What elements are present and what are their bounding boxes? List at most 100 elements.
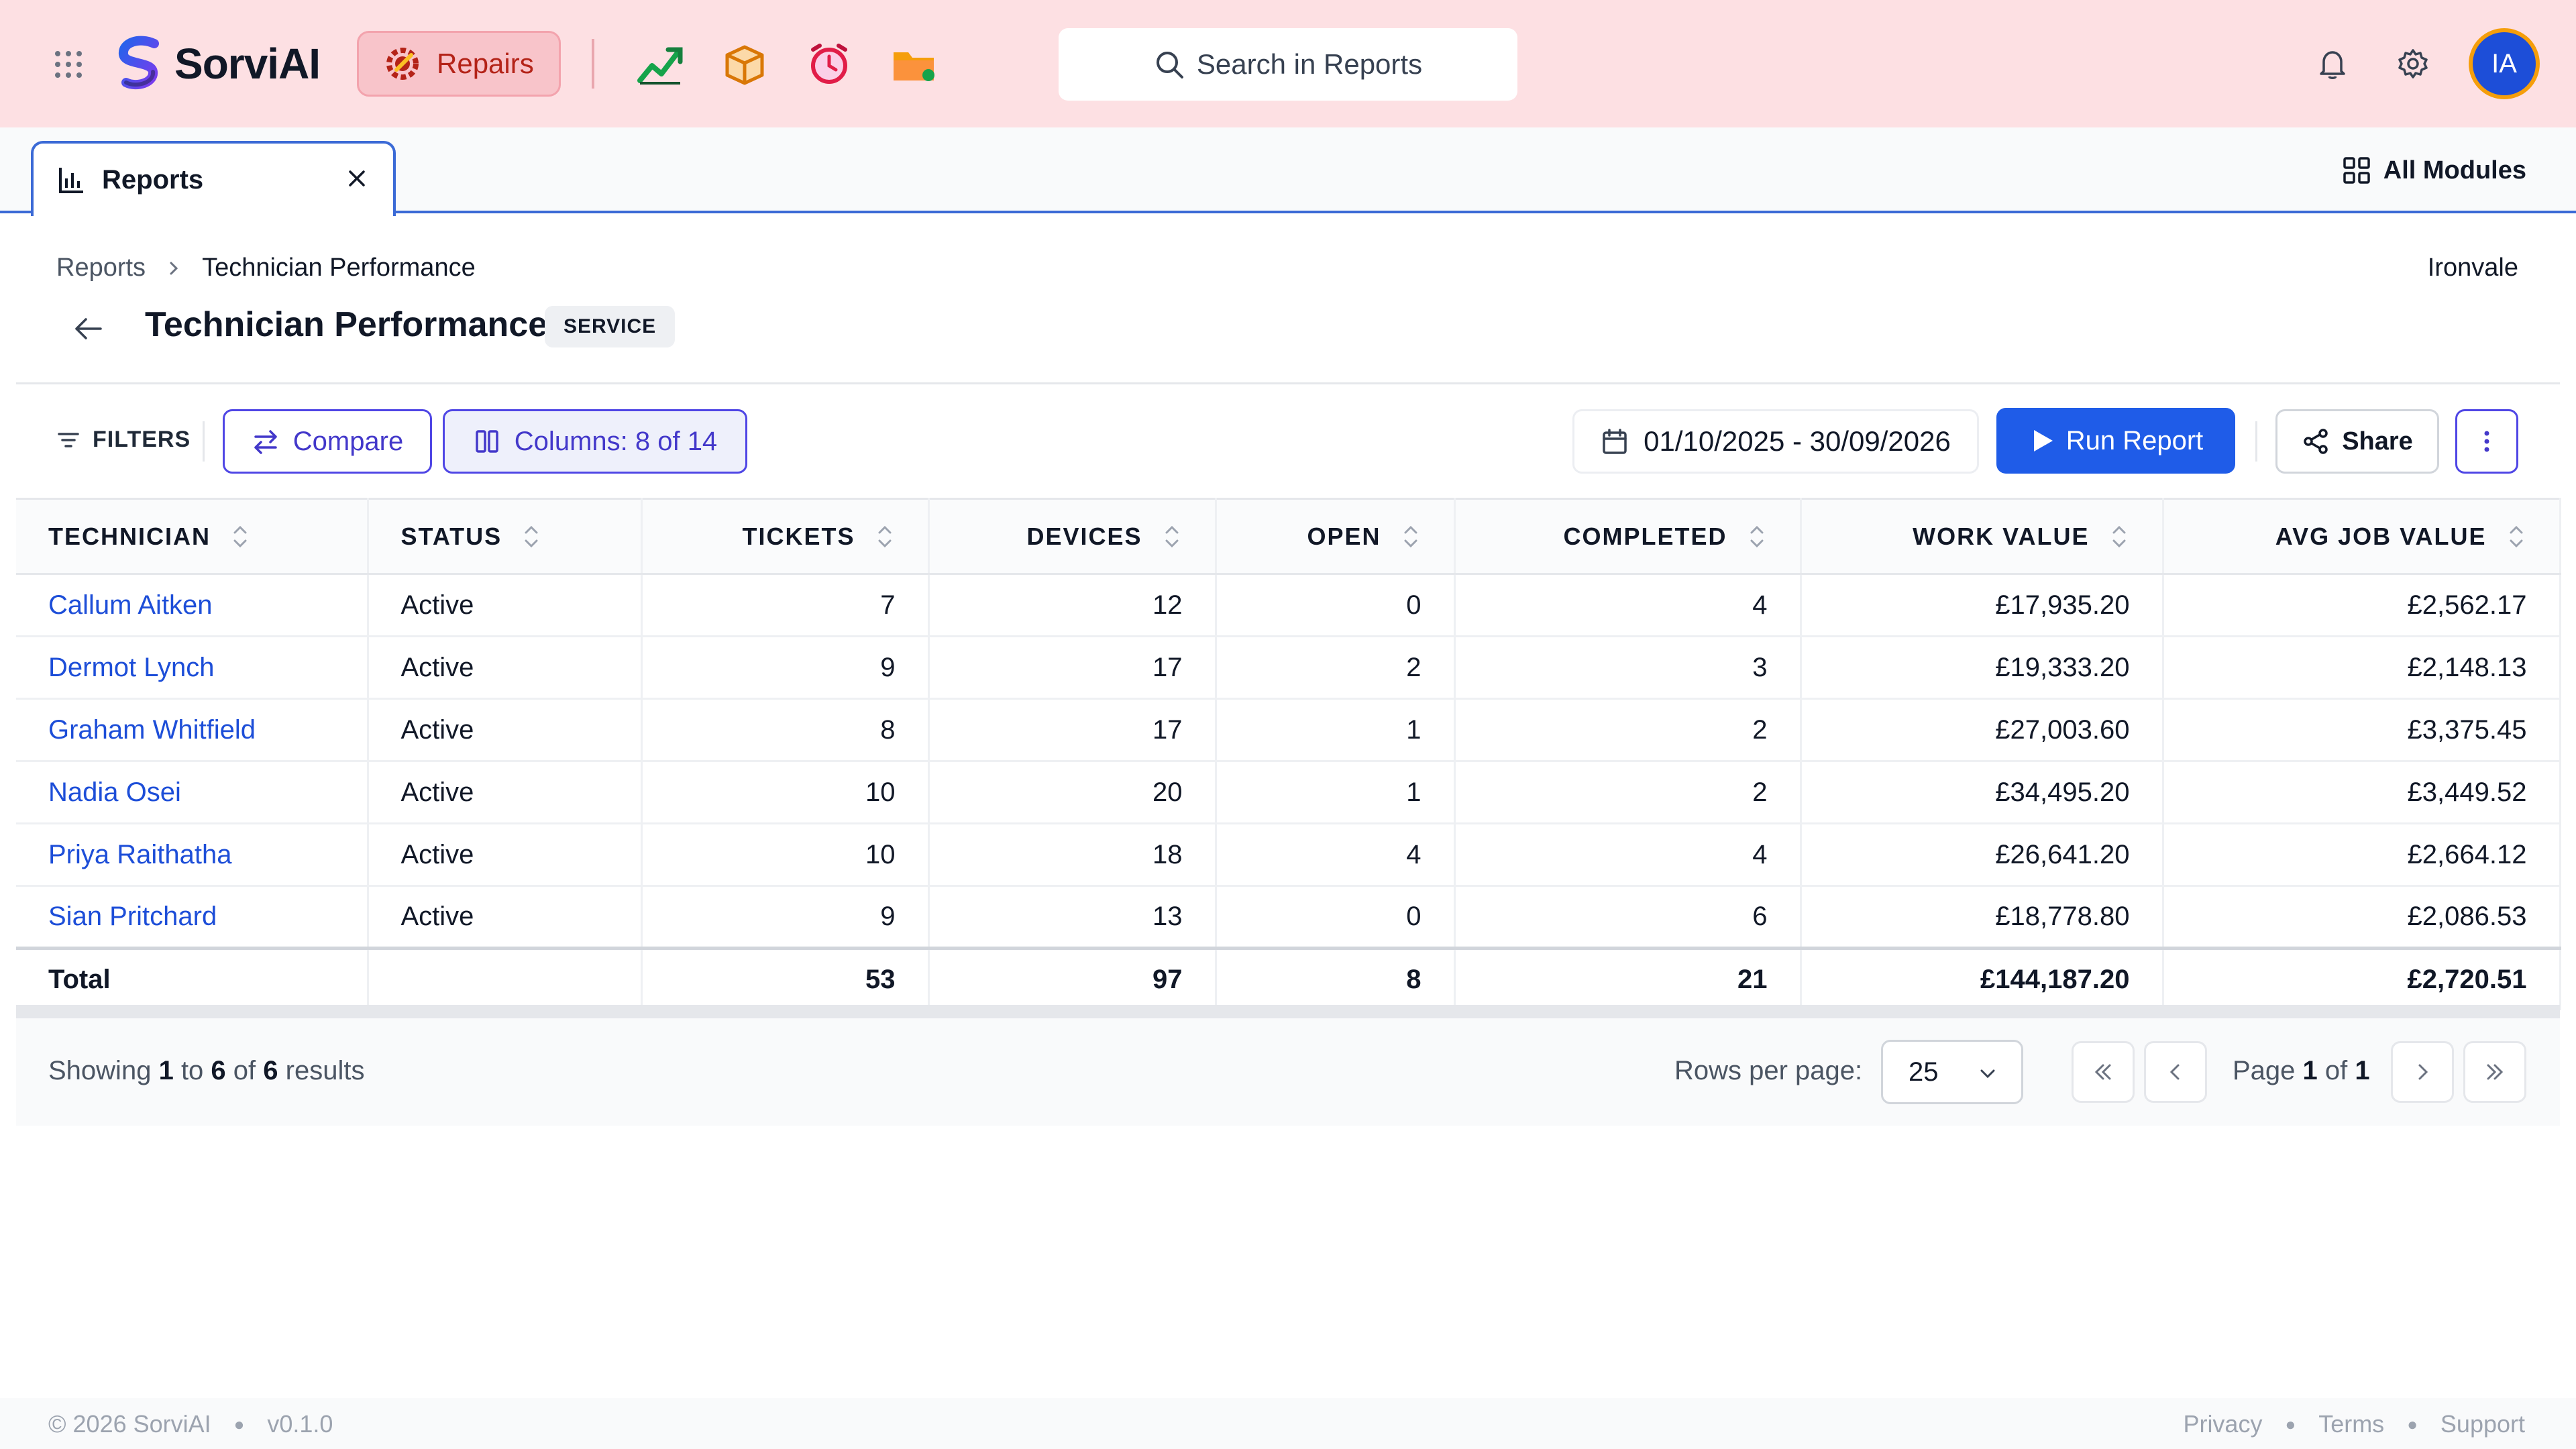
avg-job-value-cell: £2,148.13 bbox=[2163, 636, 2561, 700]
run-report-button[interactable]: Run Report bbox=[1996, 408, 2235, 474]
work-value-cell: £18,778.80 bbox=[1801, 885, 2164, 949]
devices-cell: 17 bbox=[928, 698, 1217, 762]
total-completed: 21 bbox=[1454, 947, 1802, 1010]
toolbar-divider bbox=[2255, 421, 2257, 462]
gear-icon[interactable] bbox=[2396, 47, 2430, 80]
header-divider bbox=[592, 39, 594, 89]
horizontal-scrollbar[interactable] bbox=[16, 1005, 2560, 1018]
module-label: Repairs bbox=[437, 48, 534, 79]
footer-separator: ● bbox=[2285, 1413, 2296, 1434]
filter-icon bbox=[58, 432, 79, 447]
breadcrumb-current: Technician Performance bbox=[202, 254, 476, 282]
next-page-button[interactable] bbox=[2391, 1041, 2454, 1103]
column-header-open[interactable]: OPEN bbox=[1216, 498, 1456, 575]
rows-per-page-label: Rows per page: bbox=[1674, 1056, 1863, 1085]
tickets-cell: 7 bbox=[641, 574, 930, 637]
app-launcher-icon[interactable] bbox=[54, 50, 83, 79]
technician-link[interactable]: Sian Pritchard bbox=[16, 885, 369, 949]
alarm-icon[interactable] bbox=[805, 40, 853, 89]
previous-page-button[interactable] bbox=[2144, 1041, 2207, 1103]
column-header-status[interactable]: STATUS bbox=[368, 498, 643, 575]
sort-icon bbox=[1404, 525, 1417, 547]
search-placeholder: Search in Reports bbox=[1196, 48, 1423, 80]
tickets-cell: 8 bbox=[641, 698, 930, 762]
calendar-icon bbox=[1603, 429, 1627, 454]
last-page-button[interactable] bbox=[2463, 1041, 2526, 1103]
table-total-row: Total 53 97 8 21 £144,187.20 £2,720.51 bbox=[16, 947, 2561, 1010]
column-header-devices[interactable]: DEVICES bbox=[928, 498, 1217, 575]
more-options-button[interactable] bbox=[2455, 409, 2518, 474]
open-cell: 1 bbox=[1216, 698, 1456, 762]
devices-cell: 20 bbox=[928, 761, 1217, 824]
columns-label: Columns: 8 of 14 bbox=[514, 426, 718, 456]
completed-cell: 2 bbox=[1454, 698, 1802, 762]
repair-gear-icon bbox=[386, 48, 419, 80]
play-icon bbox=[2033, 430, 2053, 451]
app-version: v0.1.0 bbox=[267, 1410, 333, 1438]
terms-link[interactable]: Terms bbox=[2318, 1410, 2384, 1438]
filters-button[interactable]: FILTERS bbox=[56, 427, 191, 453]
chevron-down-icon bbox=[1980, 1069, 1995, 1079]
sort-icon bbox=[1165, 525, 1178, 547]
swap-arrows-icon bbox=[254, 430, 277, 454]
total-work-value: £144,187.20 bbox=[1801, 947, 2164, 1010]
completed-cell: 6 bbox=[1454, 885, 1802, 949]
technician-link[interactable]: Callum Aitken bbox=[16, 574, 369, 637]
rows-per-page-select[interactable]: 25 bbox=[1881, 1040, 2023, 1104]
column-header-technician[interactable]: TECHNICIAN bbox=[16, 498, 369, 575]
search-icon bbox=[1156, 52, 1183, 78]
table-row: Dermot Lynch Active 9 17 2 3 £19,333.20 … bbox=[16, 636, 2561, 700]
user-avatar[interactable]: IA bbox=[2469, 28, 2540, 99]
status-cell: Active bbox=[368, 761, 643, 824]
tab-reports[interactable]: Reports bbox=[31, 141, 396, 216]
technician-link[interactable]: Priya Raithatha bbox=[16, 823, 369, 887]
chevron-right-icon bbox=[2418, 1064, 2428, 1080]
avg-job-value-cell: £2,664.12 bbox=[2163, 823, 2561, 887]
completed-cell: 4 bbox=[1454, 574, 1802, 637]
box-icon[interactable] bbox=[720, 40, 769, 89]
compare-label: Compare bbox=[292, 426, 404, 456]
brand-name: SorviAI bbox=[174, 40, 321, 88]
technician-link[interactable]: Nadia Osei bbox=[16, 761, 369, 824]
total-open: 8 bbox=[1216, 947, 1456, 1010]
tickets-cell: 9 bbox=[641, 636, 930, 700]
growth-chart-icon[interactable] bbox=[636, 40, 684, 89]
double-chevron-left-icon bbox=[2094, 1064, 2111, 1080]
brand-logo[interactable]: SorviAI bbox=[113, 34, 321, 94]
first-page-button[interactable] bbox=[2072, 1041, 2135, 1103]
columns-icon bbox=[476, 430, 498, 453]
folder-icon[interactable] bbox=[890, 40, 938, 89]
table-row: Nadia Osei Active 10 20 1 2 £34,495.20 £… bbox=[16, 761, 2561, 824]
breadcrumb-reports-link[interactable]: Reports bbox=[56, 254, 146, 282]
tickets-cell: 10 bbox=[641, 823, 930, 887]
status-cell: Active bbox=[368, 823, 643, 887]
all-modules-button[interactable]: All Modules bbox=[2342, 156, 2526, 185]
copyright: © 2026 SorviAI bbox=[48, 1410, 211, 1438]
table-row: Sian Pritchard Active 9 13 0 6 £18,778.8… bbox=[16, 885, 2561, 949]
search-box[interactable]: Search in Reports bbox=[1059, 28, 1517, 101]
back-arrow-icon[interactable] bbox=[71, 311, 106, 346]
support-link[interactable]: Support bbox=[2440, 1410, 2525, 1438]
page-title: Technician Performance bbox=[145, 305, 548, 344]
open-cell: 0 bbox=[1216, 885, 1456, 949]
privacy-link[interactable]: Privacy bbox=[2183, 1410, 2262, 1438]
total-status-cell bbox=[368, 947, 643, 1010]
column-header-avg-job-value[interactable]: AVG JOB VALUE bbox=[2163, 498, 2561, 575]
column-header-completed[interactable]: COMPLETED bbox=[1454, 498, 1802, 575]
close-icon[interactable] bbox=[343, 165, 370, 192]
devices-cell: 17 bbox=[928, 636, 1217, 700]
share-button[interactable]: Share bbox=[2275, 409, 2439, 474]
double-chevron-right-icon bbox=[2487, 1064, 2504, 1080]
avg-job-value-cell: £2,562.17 bbox=[2163, 574, 2561, 637]
status-cell: Active bbox=[368, 574, 643, 637]
repairs-module-button[interactable]: Repairs bbox=[357, 31, 561, 97]
bell-icon[interactable] bbox=[2316, 47, 2349, 80]
technician-link[interactable]: Dermot Lynch bbox=[16, 636, 369, 700]
compare-button[interactable]: Compare bbox=[223, 409, 432, 474]
date-range-picker[interactable]: 01/10/2025 - 30/09/2026 bbox=[1572, 409, 1979, 474]
modules-grid-icon bbox=[2343, 157, 2370, 184]
column-header-work-value[interactable]: WORK VALUE bbox=[1801, 498, 2164, 575]
column-header-tickets[interactable]: TICKETS bbox=[641, 498, 930, 575]
columns-button[interactable]: Columns: 8 of 14 bbox=[443, 409, 747, 474]
technician-link[interactable]: Graham Whitfield bbox=[16, 698, 369, 762]
